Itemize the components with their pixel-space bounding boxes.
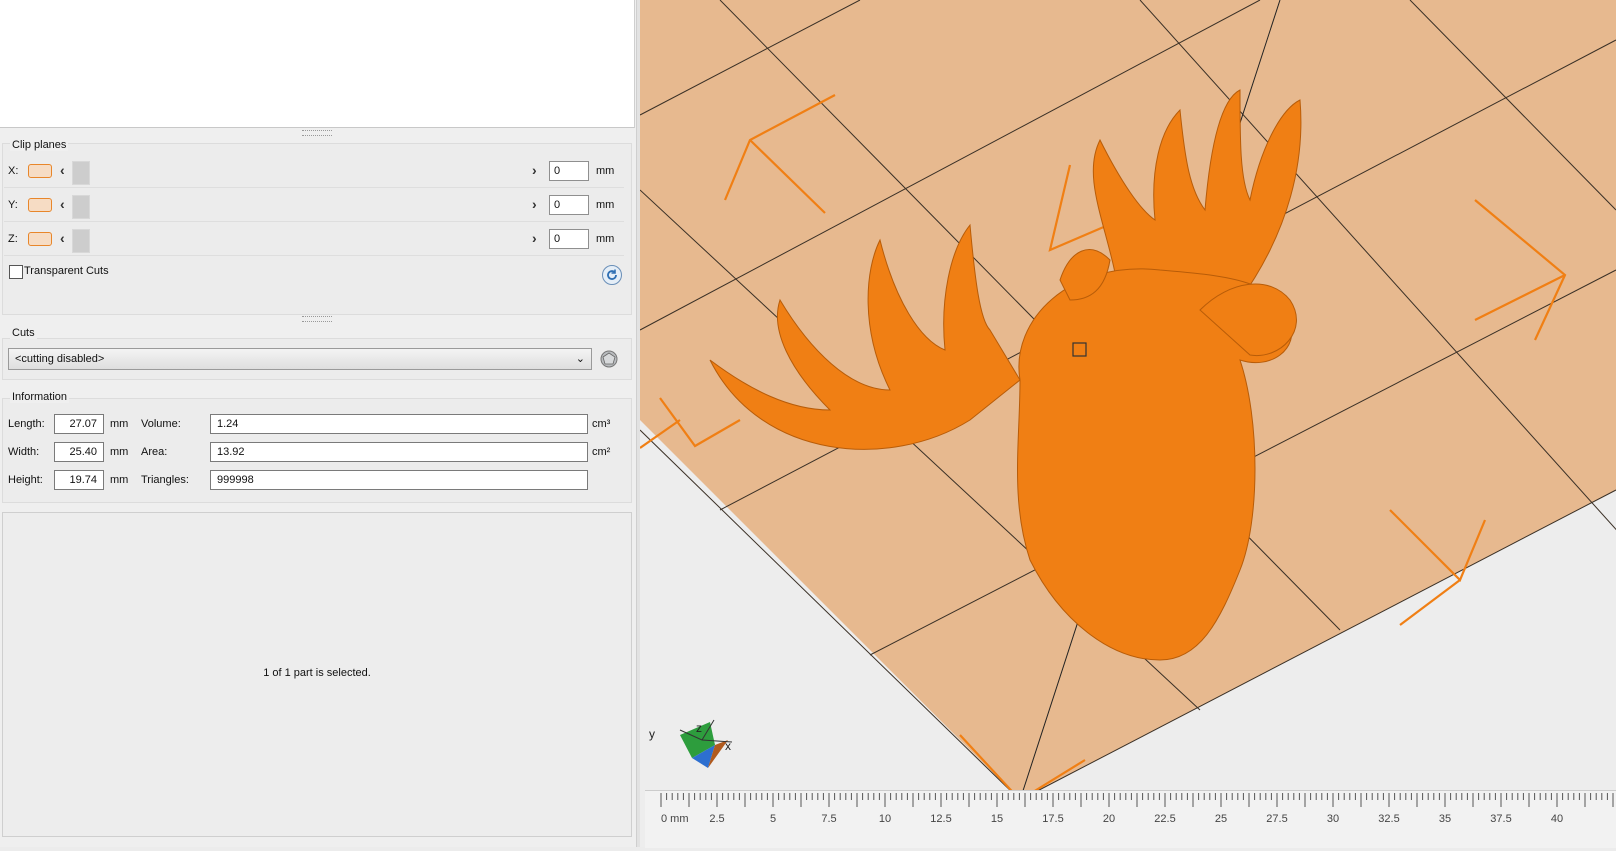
clip-planes-title: Clip planes bbox=[10, 139, 69, 151]
height-value: 19.74 bbox=[54, 470, 104, 490]
ruler: 0 mm 2.5 5 7.5 10 12.5 15 17.5 20 22.5 25 27.5 30 32.… bbox=[645, 790, 1616, 848]
clip-plane-z-toggle[interactable] bbox=[28, 232, 52, 246]
clip-y-slider[interactable] bbox=[72, 195, 90, 219]
chevron-right-icon[interactable]: › bbox=[532, 196, 537, 212]
ruler-label: 12.5 bbox=[930, 813, 951, 825]
cuts-select[interactable]: <cutting disabled> ⌄ bbox=[8, 348, 592, 370]
height-unit: mm bbox=[110, 474, 129, 486]
chevron-left-icon[interactable]: ‹ bbox=[60, 196, 65, 212]
transparent-cuts-checkbox[interactable] bbox=[9, 265, 23, 279]
gizmo-y-label: y bbox=[649, 727, 655, 741]
volume-value: 1.24 bbox=[210, 414, 588, 434]
chevron-right-icon[interactable]: › bbox=[532, 162, 537, 178]
clip-y-input[interactable]: 0 bbox=[549, 195, 589, 215]
clip-x-slider[interactable] bbox=[72, 161, 90, 185]
chevron-left-icon[interactable]: ‹ bbox=[60, 230, 65, 246]
gizmo-x-label: x bbox=[725, 739, 731, 753]
ruler-label: 10 bbox=[879, 813, 891, 825]
width-value: 25.40 bbox=[54, 442, 104, 462]
area-label: Area: bbox=[141, 446, 168, 458]
ruler-label: 25 bbox=[1215, 813, 1227, 825]
ruler-label: 7.5 bbox=[821, 813, 836, 825]
properties-panel: Clip planes X: ‹ › 0 mm Y: ‹ › 0 mm Z: ‹… bbox=[0, 0, 636, 847]
object-list-area[interactable] bbox=[0, 0, 635, 128]
length-label: Length: bbox=[8, 418, 45, 430]
status-area: 1 of 1 part is selected. bbox=[2, 512, 632, 837]
ruler-label: 37.5 bbox=[1490, 813, 1511, 825]
clip-row-y: Y: ‹ › 0 mm bbox=[4, 191, 624, 222]
clip-y-unit: mm bbox=[596, 199, 615, 211]
clip-axis-label: Y: bbox=[8, 199, 18, 211]
transparent-cuts-label: Transparent Cuts bbox=[24, 265, 109, 277]
volume-unit: cm³ bbox=[592, 418, 611, 430]
area-unit: cm² bbox=[592, 446, 611, 458]
area-value: 13.92 bbox=[210, 442, 588, 462]
width-unit: mm bbox=[110, 446, 129, 458]
cut-tool-icon[interactable] bbox=[598, 348, 620, 370]
splitter-grip[interactable] bbox=[302, 316, 332, 322]
clip-z-unit: mm bbox=[596, 233, 615, 245]
3d-viewport[interactable]: y z x bbox=[640, 0, 1616, 847]
volume-label: Volume: bbox=[141, 418, 181, 430]
triangles-label: Triangles: bbox=[141, 474, 189, 486]
axis-gizmo[interactable]: y z x bbox=[649, 719, 733, 768]
ruler-label: 30 bbox=[1327, 813, 1339, 825]
ruler-label: 20 bbox=[1103, 813, 1115, 825]
scene-canvas[interactable]: y z x bbox=[640, 0, 1616, 847]
reset-icon[interactable] bbox=[602, 265, 622, 285]
ruler-label: 32.5 bbox=[1378, 813, 1399, 825]
width-label: Width: bbox=[8, 446, 40, 458]
selection-status-text: 1 of 1 part is selected. bbox=[263, 667, 371, 679]
clip-plane-x-toggle[interactable] bbox=[28, 164, 52, 178]
length-unit: mm bbox=[110, 418, 129, 430]
ruler-label: 17.5 bbox=[1042, 813, 1063, 825]
clip-plane-y-toggle[interactable] bbox=[28, 198, 52, 212]
splitter-grip[interactable] bbox=[302, 130, 332, 136]
clip-row-z: Z: ‹ › 0 mm bbox=[4, 225, 624, 256]
ruler-label: 22.5 bbox=[1154, 813, 1175, 825]
ruler-label: 5 bbox=[770, 813, 776, 825]
cuts-title: Cuts bbox=[10, 327, 37, 339]
clip-axis-label: X: bbox=[8, 165, 19, 177]
ruler-label: 15 bbox=[991, 813, 1003, 825]
clip-axis-label: Z: bbox=[8, 233, 18, 245]
gizmo-z-label: z bbox=[696, 721, 702, 735]
information-title: Information bbox=[10, 391, 70, 403]
chevron-left-icon[interactable]: ‹ bbox=[60, 162, 65, 178]
triangles-value: 999998 bbox=[210, 470, 588, 490]
ruler-label: 27.5 bbox=[1266, 813, 1287, 825]
ruler-scale: 0 mm 2.5 5 7.5 10 12.5 15 17.5 20 22.5 25 27.5 30 32.… bbox=[660, 793, 1614, 825]
clip-z-input[interactable]: 0 bbox=[549, 229, 589, 249]
ruler-label: 2.5 bbox=[709, 813, 724, 825]
length-value: 27.07 bbox=[54, 414, 104, 434]
clip-x-unit: mm bbox=[596, 165, 615, 177]
chevron-right-icon[interactable]: › bbox=[532, 230, 537, 246]
ruler-label: 0 mm bbox=[661, 813, 689, 825]
clip-x-input[interactable]: 0 bbox=[549, 161, 589, 181]
clip-z-slider[interactable] bbox=[72, 229, 90, 253]
ruler-label: 40 bbox=[1551, 813, 1563, 825]
ruler-label: 35 bbox=[1439, 813, 1451, 825]
chevron-down-icon: ⌄ bbox=[575, 353, 585, 365]
height-label: Height: bbox=[8, 474, 43, 486]
cuts-select-value: <cutting disabled> bbox=[15, 353, 105, 365]
clip-row-x: X: ‹ › 0 mm bbox=[4, 157, 624, 188]
